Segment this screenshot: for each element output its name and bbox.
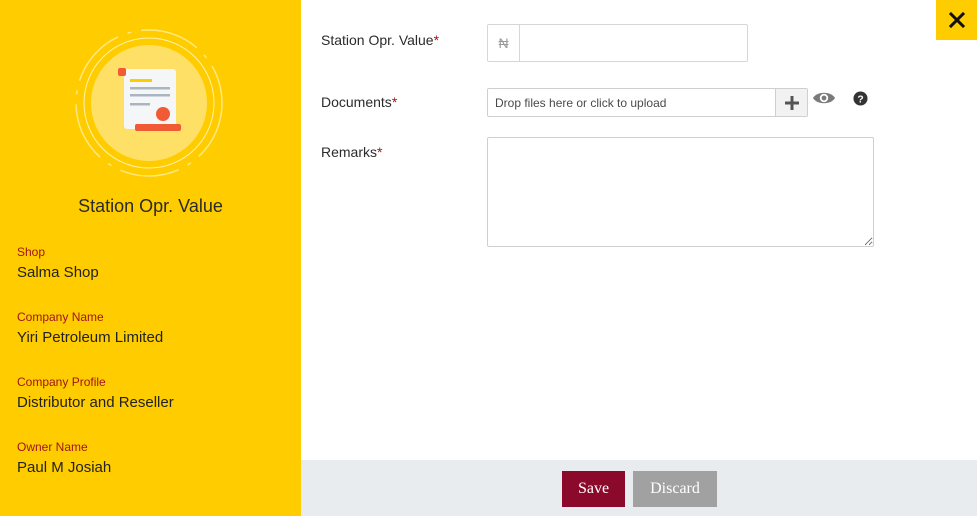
owner-name-label: Owner Name — [17, 440, 88, 454]
shop-field: Shop Salma Shop — [17, 245, 99, 281]
owner-name-field: Owner Name Paul M Josiah — [17, 440, 111, 476]
owner-name-value: Paul M Josiah — [17, 459, 112, 476]
close-button[interactable] — [936, 0, 977, 40]
save-button[interactable]: Save — [562, 471, 625, 507]
shop-value: Salma Shop — [17, 264, 99, 281]
company-profile-value: Distributor and Reseller — [17, 394, 174, 411]
currency-symbol: ₦ — [488, 25, 520, 61]
shop-label: Shop — [17, 245, 46, 259]
required-mark: * — [391, 94, 398, 110]
company-name-field: Company Name Yiri Petroleum Limited — [17, 310, 163, 346]
company-name-label: Company Name — [17, 310, 104, 324]
form-panel: Station Opr. Value* ₦ Documents* Drop fi… — [301, 0, 977, 516]
footer-actions: Save Discard — [301, 460, 977, 516]
eye-icon[interactable] — [812, 89, 836, 107]
amount-label-text: Station Opr. Value — [321, 32, 434, 48]
close-icon — [948, 12, 965, 28]
file-drop-zone[interactable]: Drop files here or click to upload — [487, 88, 808, 117]
sidebar-title: Station Opr. Value — [78, 196, 223, 216]
sidebar: Station Opr. Value Shop Salma Shop Compa… — [0, 0, 301, 516]
documents-label: Documents* — [321, 94, 397, 110]
amount-input[interactable] — [520, 25, 747, 61]
documents-label-text: Documents — [321, 94, 392, 110]
plus-icon — [784, 95, 799, 110]
remarks-textarea[interactable] — [487, 137, 874, 247]
company-profile-field: Company Profile Distributor and Reseller — [17, 375, 174, 411]
question-icon[interactable]: ? — [853, 91, 868, 106]
drop-zone-placeholder: Drop files here or click to upload — [495, 95, 667, 110]
remarks-label: Remarks* — [321, 144, 382, 160]
remarks-label-text: Remarks — [321, 144, 378, 160]
svg-text:?: ? — [857, 94, 863, 105]
document-certificate-icon — [75, 29, 223, 177]
amount-field: ₦ — [487, 24, 748, 62]
discard-button[interactable]: Discard — [633, 471, 717, 507]
required-mark: * — [433, 32, 440, 48]
company-name-value: Yiri Petroleum Limited — [17, 329, 164, 346]
amount-label: Station Opr. Value* — [321, 32, 439, 48]
required-mark: * — [377, 144, 383, 160]
add-file-button[interactable] — [775, 89, 807, 116]
company-profile-label: Company Profile — [17, 375, 106, 389]
modal: Station Opr. Value Shop Salma Shop Compa… — [0, 0, 977, 516]
